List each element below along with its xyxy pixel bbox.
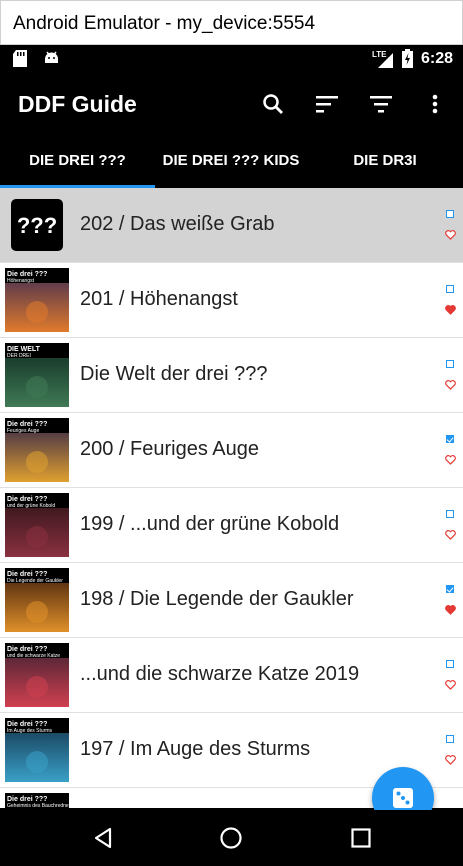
- favorite-heart-icon[interactable]: [445, 755, 456, 765]
- episode-cover: Die drei ??? und die schwarze Katze: [5, 643, 69, 707]
- episode-cover: ???: [5, 193, 69, 257]
- network-type: LTE: [372, 50, 387, 59]
- episode-title: 202 / Das weiße Grab: [80, 213, 275, 235]
- sort-button[interactable]: [313, 90, 341, 118]
- favorite-heart-icon[interactable]: [445, 380, 456, 390]
- favorite-heart-icon[interactable]: [445, 305, 456, 315]
- cover-title-text: Geheimnis des Bauchredners: [7, 803, 69, 808]
- device-screen: LTE 6:28 DDF Guide DIE DREI ??? DIE DREI…: [0, 45, 463, 866]
- episode-row[interactable]: Die drei ??? und die schwarze Katze ...und…: [0, 638, 463, 713]
- episode-cover: Die drei ??? Höhenangst: [5, 268, 69, 332]
- cover-art-image: Die drei ???und die schwarze Katze: [5, 643, 69, 707]
- episode-row[interactable]: DIE WELT DER DREI Die Welt der drei ???: [0, 338, 463, 413]
- listened-checkbox[interactable]: [446, 660, 454, 668]
- cover-art-image: Die drei ???Die Legende der Gaukler: [5, 568, 69, 632]
- listened-checkbox[interactable]: [446, 360, 454, 368]
- recents-button[interactable]: [346, 823, 376, 853]
- home-icon: [220, 827, 242, 849]
- cover-title-text: DER DREI: [7, 353, 31, 359]
- listened-checkbox[interactable]: [446, 735, 454, 743]
- window-title: Android Emulator - my_device:5554: [13, 13, 316, 34]
- cover-title-text: Im Auge des Sturms: [7, 728, 53, 734]
- search-icon: [263, 94, 283, 114]
- listened-checkbox[interactable]: [446, 510, 454, 518]
- favorite-heart-icon[interactable]: [445, 530, 456, 540]
- cover-placeholder-text: ???: [17, 213, 57, 238]
- back-icon: [94, 827, 112, 849]
- cover-placeholder-icon: ???: [11, 199, 63, 251]
- listened-checkbox[interactable]: [446, 285, 454, 293]
- episode-row[interactable]: Die drei ??? Höhenangst 201 / Höhenangst: [0, 263, 463, 338]
- cover-series-text: Die drei ???: [7, 796, 47, 803]
- favorite-heart-icon[interactable]: [445, 605, 456, 615]
- cover-series-text: Die drei ???: [7, 271, 47, 278]
- episode-title: Die Welt der drei ???: [80, 363, 268, 385]
- listened-checkbox[interactable]: [446, 210, 454, 218]
- more-vert-icon: [432, 94, 438, 114]
- episode-row[interactable]: Die drei ??? Feuriges Auge 200 / Feuriges …: [0, 413, 463, 488]
- cover-title-text: und die schwarze Katze: [7, 653, 60, 659]
- listened-checkbox[interactable]: [446, 585, 454, 593]
- battery-charging-icon: [401, 49, 413, 68]
- signal-icon: LTE: [372, 50, 393, 68]
- sort-icon: [316, 96, 338, 113]
- cover-series-text: DIE WELT: [7, 346, 41, 353]
- cover-title-text: Feuriges Auge: [7, 428, 39, 434]
- episode-cover: Die drei ??? Feuriges Auge: [5, 418, 69, 482]
- tab-die-drei-kids[interactable]: DIE DREI ??? KIDS: [155, 133, 307, 188]
- cover-series-text: Die drei ???: [7, 496, 47, 503]
- cover-art-image: Die drei ???und der grüne Kobold: [5, 493, 69, 557]
- android-icon: [45, 51, 58, 63]
- favorite-heart-icon[interactable]: [445, 455, 456, 465]
- episode-title: ...und die schwarze Katze 2019: [80, 663, 360, 685]
- episode-cover: Die drei ??? Die Legende der Gaukler: [5, 568, 69, 632]
- cover-series-text: Die drei ???: [7, 721, 47, 728]
- dice-icon: [393, 788, 413, 808]
- cover-art-image: Die drei ???Geheimnis des Bauchredners: [5, 793, 73, 808]
- tab-bar: DIE DREI ??? DIE DREI ??? KIDS DIE DR3I: [0, 133, 463, 188]
- cover-title-text: Höhenangst: [7, 278, 35, 284]
- cover-art-image: Die drei ???Feuriges Auge: [5, 418, 69, 482]
- app-title: DDF Guide: [18, 91, 137, 117]
- cover-series-text: Die drei ???: [7, 421, 47, 428]
- episode-title: 201 / Höhenangst: [80, 288, 238, 310]
- episode-cover: DIE WELT DER DREI: [5, 343, 69, 407]
- home-button[interactable]: [216, 823, 246, 853]
- favorite-heart-icon[interactable]: [445, 680, 456, 690]
- recents-icon: [351, 828, 371, 848]
- listened-checkbox[interactable]: [446, 435, 454, 443]
- emulator-title-bar: Android Emulator - my_device:5554: [0, 0, 463, 45]
- cover-art-image: Die drei ???Im Auge des Sturms: [5, 718, 69, 782]
- filter-icon: [370, 96, 392, 113]
- episode-row[interactable]: ??? 202 / Das weiße Grab: [0, 188, 463, 263]
- status-bar: LTE 6:28: [0, 45, 463, 73]
- clock: 6:28: [420, 49, 453, 67]
- episode-list[interactable]: ??? 202 / Das weiße Grab Die drei ??? Höhen…: [0, 188, 463, 808]
- app-bar: DDF Guide: [0, 73, 463, 133]
- search-button[interactable]: [259, 90, 287, 118]
- episode-cover: Die drei ??? Geheimnis des Bauchredners: [5, 793, 73, 808]
- favorite-heart-icon[interactable]: [445, 230, 456, 240]
- episode-row[interactable]: Die drei ??? Die Legende der Gaukler 198 /…: [0, 563, 463, 638]
- cover-art-image: DIE WELTDER DREI: [5, 343, 69, 407]
- cover-art-image: Die drei ???Höhenangst: [5, 268, 69, 332]
- episode-title: 200 / Feuriges Auge: [80, 438, 260, 460]
- navigation-bar: [0, 810, 463, 866]
- filter-button[interactable]: [367, 90, 395, 118]
- episode-title: 198 / Die Legende der Gaukler: [80, 588, 354, 610]
- episode-row[interactable]: Die drei ??? und der grüne Kobold 199 / ..…: [0, 488, 463, 563]
- episode-cover: Die drei ??? Im Auge des Sturms: [5, 718, 69, 782]
- back-button[interactable]: [88, 823, 118, 853]
- episode-cover: Die drei ??? und der grüne Kobold: [5, 493, 69, 557]
- more-options-button[interactable]: [421, 90, 449, 118]
- tab-die-dr3i[interactable]: DIE DR3I: [307, 133, 463, 188]
- cover-series-text: Die drei ???: [7, 571, 47, 578]
- cover-series-text: Die drei ???: [7, 646, 47, 653]
- episode-title: 199 / ...und der grüne Kobold: [80, 513, 340, 535]
- cover-title-text: und der grüne Kobold: [7, 503, 55, 509]
- cover-title-text: Die Legende der Gaukler: [7, 578, 63, 584]
- tab-die-drei[interactable]: DIE DREI ???: [0, 133, 155, 188]
- sd-card-icon: [13, 50, 27, 67]
- episode-title: 197 / Im Auge des Sturms: [80, 738, 311, 760]
